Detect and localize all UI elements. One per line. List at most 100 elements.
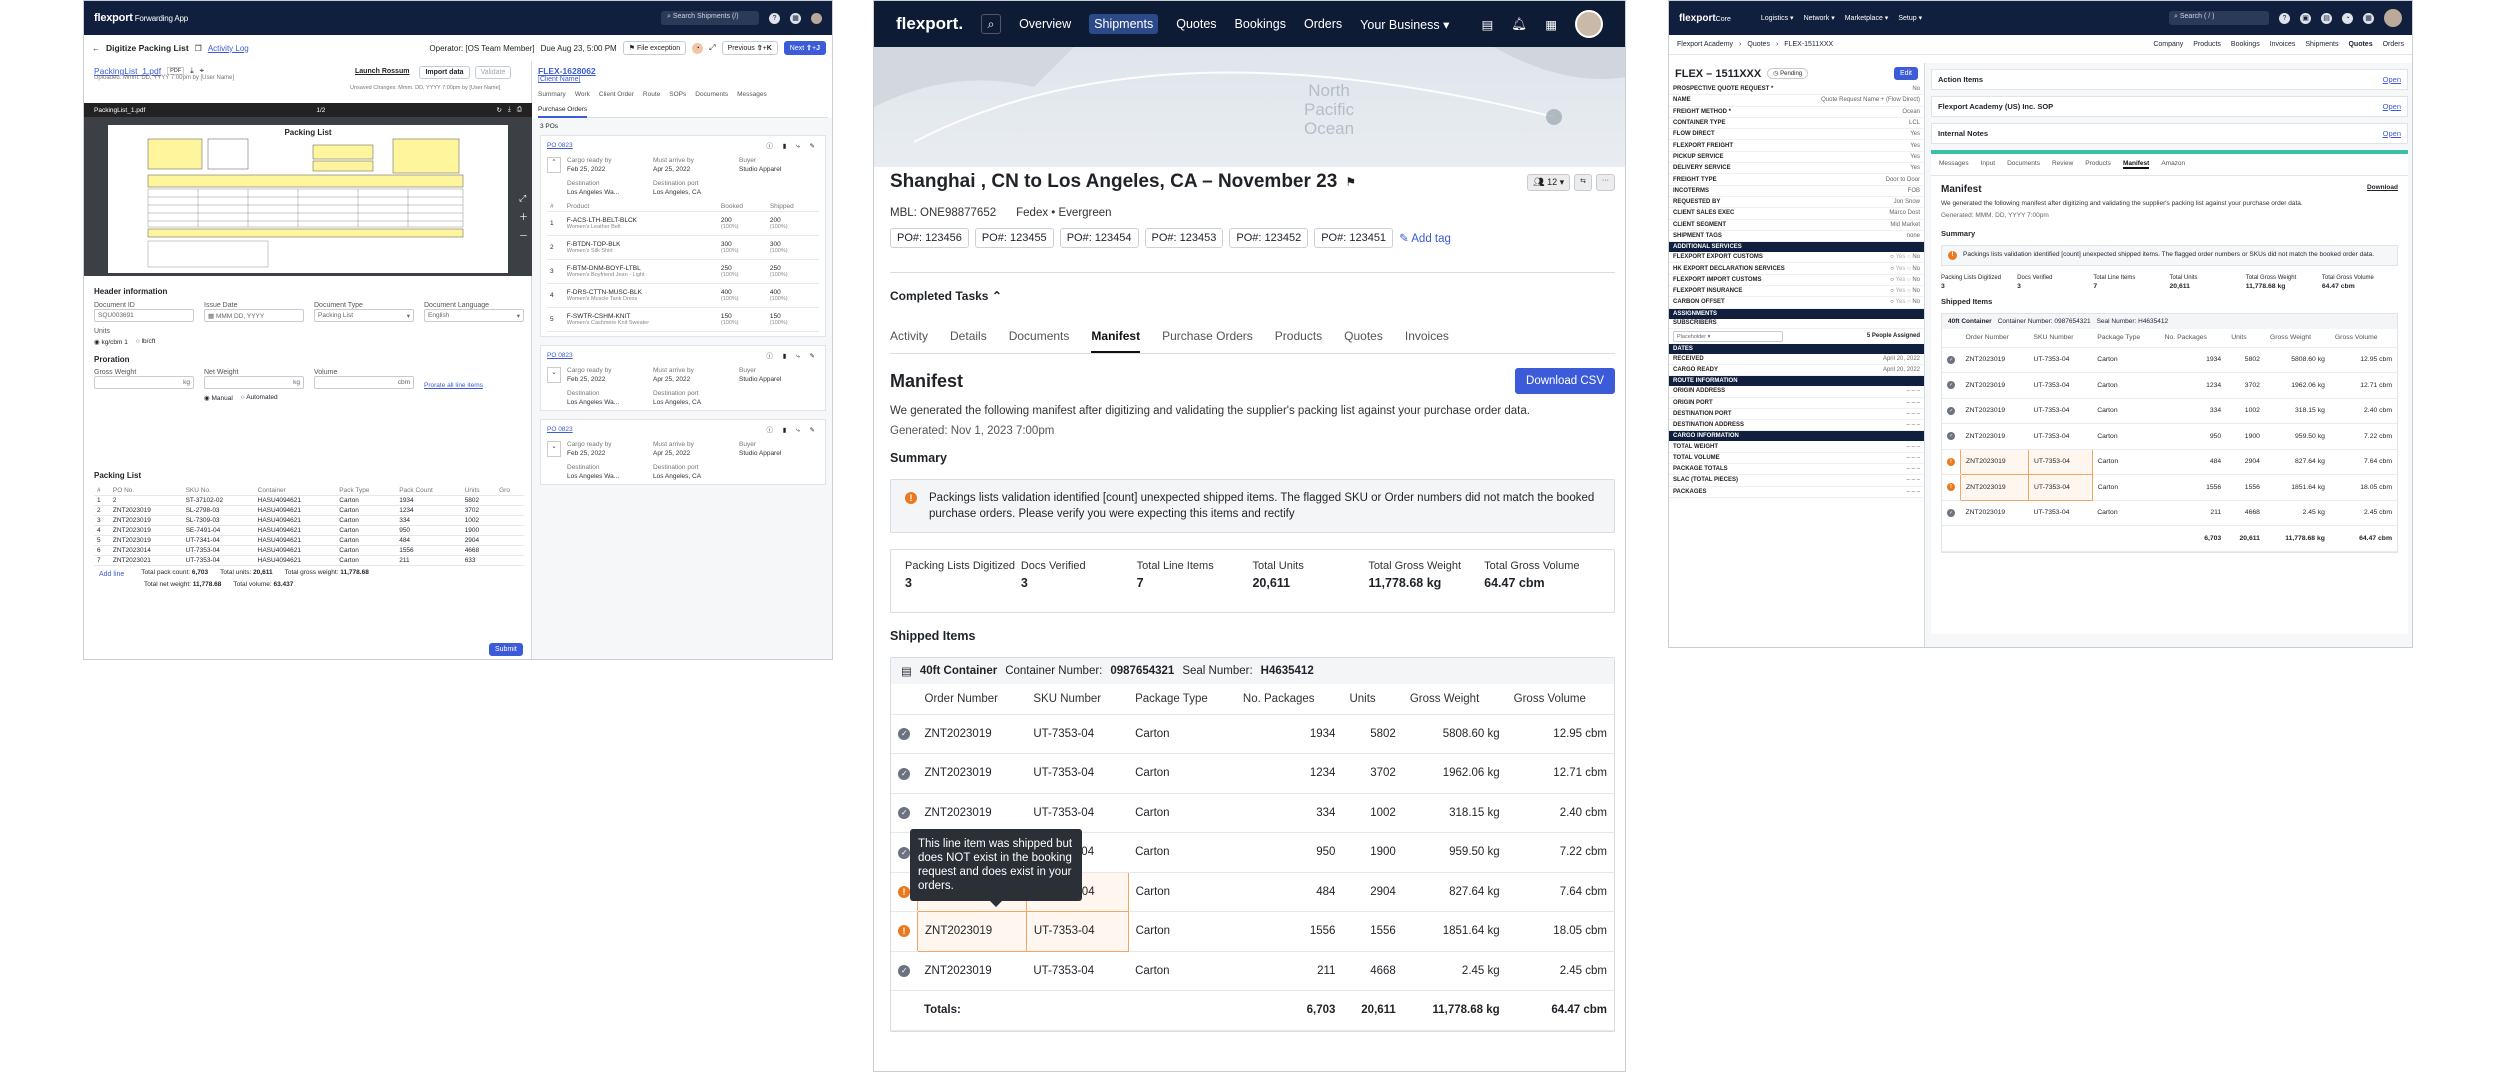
yes-no-toggle[interactable]: ○ Yes ○ No xyxy=(1890,266,1920,272)
quote-tab[interactable]: Products xyxy=(2085,160,2111,169)
nav-marketplace[interactable]: Marketplace ▾ xyxy=(1845,14,1889,22)
team-button[interactable]: 👥︎ 12 ▾ xyxy=(1527,173,1571,191)
brand-logo[interactable]: flexport. xyxy=(896,14,963,34)
po-chip[interactable]: PO#: 123454 xyxy=(1059,228,1139,248)
volume-field[interactable]: cbm xyxy=(314,376,414,389)
document-language-select[interactable]: English ▾ xyxy=(424,309,524,322)
copy-icon[interactable]: ❐ xyxy=(195,44,202,53)
tab-products[interactable]: Products xyxy=(1275,329,1322,351)
po-item-row[interactable]: 2 F-BTDN-TOP-BLK Women's Silk Shirt 300 (100… xyxy=(547,235,819,260)
company-tab[interactable]: Shipments xyxy=(2305,41,2338,48)
table-row[interactable]: ✓ ZNT2023019 UT-7353-04 Carton 1934 5802 5808.… xyxy=(891,714,1614,754)
download-icon[interactable]: ⤓ xyxy=(508,106,511,114)
company-tab[interactable]: Orders xyxy=(2383,41,2404,48)
quote-tab[interactable]: Manifest xyxy=(2122,160,2150,169)
share-icon[interactable]: ⇆ xyxy=(1574,173,1592,191)
unit-radio-kg[interactable]: ◉ kg/cbm 1 xyxy=(94,338,128,346)
brand-logo[interactable]: flexportCore xyxy=(1679,13,1731,24)
open-link[interactable]: Open xyxy=(2383,129,2401,138)
edit-button[interactable]: Edit xyxy=(1893,67,1918,80)
table-row[interactable]: ! ZNT2023019UT-7353-04Carton4842904827.64… xyxy=(1942,448,2397,475)
grid-icon[interactable]: ▦ xyxy=(790,12,801,24)
add-line-button[interactable]: Add line xyxy=(94,569,130,580)
document-type-select[interactable]: Packing List ▾ xyxy=(314,309,414,322)
submit-button[interactable]: Submit xyxy=(489,643,523,656)
sidebar-tab[interactable]: SOPs xyxy=(669,91,686,98)
table-row[interactable]: ✓ ZNT2023019 UT-7353-04 Carton 211 4668 2.45 k… xyxy=(1942,500,2397,526)
table-row[interactable]: ! ZNT2023019 UT-7353-04 Carton 1556 1556 1851.… xyxy=(1942,474,2397,501)
tab-invoices[interactable]: Invoices xyxy=(1405,329,1449,351)
next-button[interactable]: Next ⇧+J xyxy=(783,41,826,55)
clipboard-icon[interactable]: ▤ xyxy=(1482,17,1494,32)
table-row[interactable]: 7 ZNT2023021 UT-7353-04 HASU4094621 Carton 21… xyxy=(94,555,524,566)
prorate-link[interactable]: Prorate all line items xyxy=(424,382,483,389)
company-tab[interactable]: Quotes xyxy=(2348,41,2372,48)
help-icon[interactable]: ? xyxy=(769,12,780,24)
table-row[interactable]: 5 ZNT2023019 UT-7341-04 HASU4094621 Carton 48… xyxy=(94,535,524,546)
open-link[interactable]: Open xyxy=(2383,102,2401,111)
help-icon[interactable]: ? xyxy=(2279,12,2290,24)
activity-log-link[interactable]: Activity Log xyxy=(208,44,249,53)
quote-tab[interactable]: Documents xyxy=(2007,160,2040,169)
fit-icon[interactable]: ⤢ xyxy=(519,193,528,204)
avatar[interactable] xyxy=(1575,10,1603,38)
sidebar-tab[interactable]: Route xyxy=(643,91,660,98)
table-row[interactable]: ✓ ZNT2023019 UT-7353-04 Carton 334 1002 318.15… xyxy=(891,793,1614,833)
yes-no-toggle[interactable]: ○ Yes ○ No xyxy=(1890,254,1920,260)
nav-shipments[interactable]: Shipments xyxy=(1089,14,1159,34)
table-row[interactable]: 1 2 ST-37102-02 HASU4094621 Carton 1934 5802 xyxy=(94,495,524,506)
table-row[interactable]: 2 ZNT2023019 SL-2798-03 HASU4094621 Carton 12… xyxy=(94,505,524,516)
quote-tab[interactable]: Messages xyxy=(1939,160,1969,169)
tab-manifest[interactable]: Manifest xyxy=(1091,329,1141,353)
open-link[interactable]: Open xyxy=(2383,75,2401,84)
table-row[interactable]: ✓ ZNT2023019UT-7353-04Carton9501900959.50… xyxy=(1942,423,2397,450)
table-row[interactable]: ✓ ZNT2023019 UT-7353-04 Carton 334 1002 318.15… xyxy=(1942,398,2397,424)
avatar[interactable] xyxy=(2384,9,2402,27)
unit-radio-lb[interactable]: ○ lb/cft xyxy=(136,338,155,346)
brand-logo[interactable]: flexport Forwarding App xyxy=(94,12,188,24)
tab-purchase-orders[interactable]: Purchase Orders xyxy=(538,106,588,118)
table-row[interactable]: ✓ ZNT2023019 UT-7353-04 Carton 1234 3702 1962.… xyxy=(891,753,1614,794)
nav-orders[interactable]: Orders xyxy=(1304,17,1342,31)
yes-no-toggle[interactable]: ○ Yes ○ No xyxy=(1890,277,1920,283)
file-exception-button[interactable]: ⚑ File exception xyxy=(622,41,687,55)
nav-logistics[interactable]: Logistics ▾ xyxy=(1761,14,1794,22)
inbox-icon[interactable]: ▣ xyxy=(2300,12,2311,24)
po-item-row[interactable]: 3 F-BTM-DNM-BOYF-LTBL Women's Boyfriend Je… xyxy=(547,259,819,284)
back-arrow-icon[interactable]: ← xyxy=(92,44,100,53)
po-link[interactable]: PO 0823 xyxy=(547,352,573,359)
apps-grid-icon[interactable]: ▦ xyxy=(1545,17,1557,32)
company-tab[interactable]: Company xyxy=(2153,41,2183,48)
po-item-row[interactable]: 4 F-DRS-CTTN-MUSC-BLK Women's Muscle Tank … xyxy=(547,283,819,308)
client-name-link[interactable]: [Client Name] xyxy=(538,76,828,83)
previous-button[interactable]: Previous ⇧+K xyxy=(721,41,778,55)
chevron-icon[interactable]: ⌃ xyxy=(547,157,561,173)
sidebar-tab[interactable]: Summary xyxy=(538,91,566,98)
yes-no-toggle[interactable]: ○ Yes ○ No xyxy=(1890,299,1920,305)
automated-radio[interactable]: ○ Automated xyxy=(241,394,278,402)
rotate-icon[interactable]: ↻ xyxy=(496,106,501,114)
table-row[interactable]: ! ZNT2023019 UT-7353-04 Carton 1556 1556 1851.… xyxy=(891,911,1614,952)
table-row[interactable]: 3 ZNT2023019 SL-7309-03 HASU4094621 Carton 33… xyxy=(94,515,524,526)
flex-id-link[interactable]: FLEX-1628062 xyxy=(538,66,596,76)
launch-rossum-button[interactable]: Launch Rossum xyxy=(350,66,415,79)
nav-your-business[interactable]: Your Business ▾ xyxy=(1360,17,1449,32)
docs-icon[interactable]: ▤ xyxy=(2321,12,2332,24)
company-tab[interactable]: Products xyxy=(2193,41,2221,48)
po-link[interactable]: PO 0823 xyxy=(547,426,573,433)
expand-icon[interactable]: ⤢ xyxy=(709,43,715,53)
avatar[interactable] xyxy=(811,12,822,24)
crumb-company[interactable]: Flexport Academy xyxy=(1677,41,1733,48)
sidebar-tab[interactable]: Messages xyxy=(737,91,767,98)
nav-overview[interactable]: Overview xyxy=(1019,17,1071,31)
nav-bookings[interactable]: Bookings xyxy=(1235,17,1286,31)
tab-quotes[interactable]: Quotes xyxy=(1344,329,1383,351)
search-input[interactable]: ⌕ Search Shipments (/) xyxy=(661,11,759,25)
document-id-field[interactable]: SQU003691 xyxy=(94,309,194,322)
search-icon[interactable]: ⌕ xyxy=(981,14,1002,34)
tab-activity[interactable]: Activity xyxy=(890,329,928,351)
sidebar-tab[interactable]: Work xyxy=(575,91,590,98)
po-link[interactable]: PO 0823 xyxy=(547,142,573,149)
crumb-quotes[interactable]: Quotes xyxy=(1747,41,1770,48)
quote-tab[interactable]: Input xyxy=(1981,160,1995,169)
